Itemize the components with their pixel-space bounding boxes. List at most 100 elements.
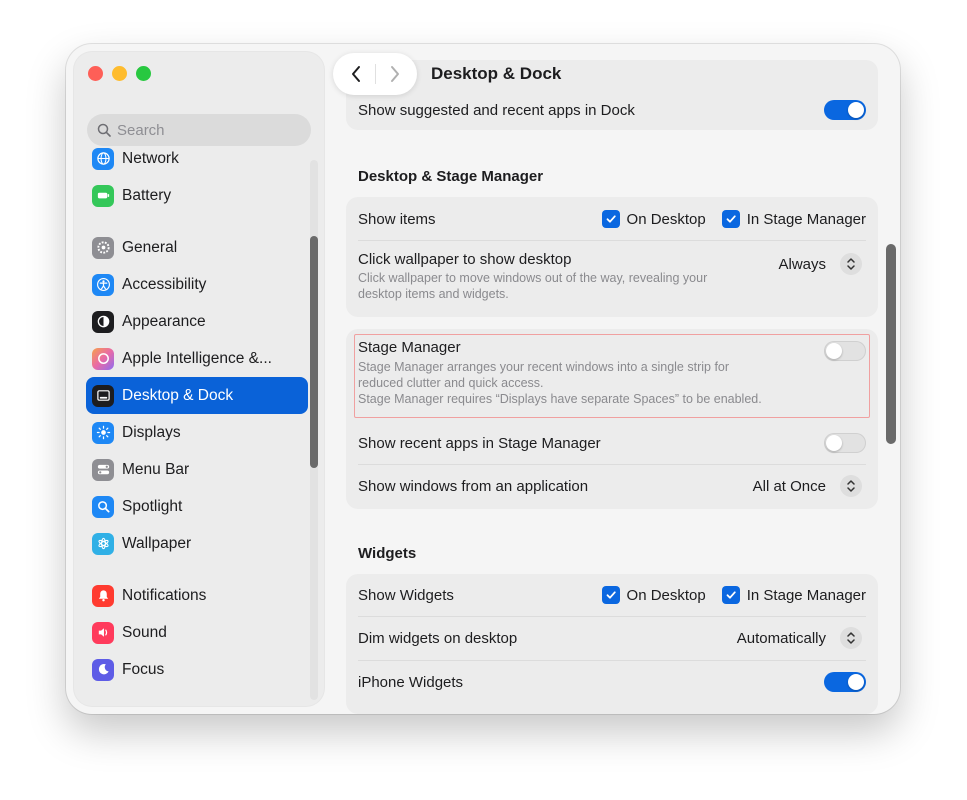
gear-icon — [92, 236, 114, 259]
sidebar-item-appearance[interactable]: Appearance — [86, 303, 308, 340]
dim-widgets-value: Automatically — [736, 629, 826, 647]
zoom-window-button[interactable] — [136, 66, 151, 81]
dock-group: Show suggested and recent apps in Dock — [346, 60, 878, 130]
checkmark-icon — [601, 586, 620, 604]
iphone-widgets-toggle[interactable] — [824, 672, 866, 692]
sidebar-item-label: Accessibility — [122, 275, 207, 293]
sidebar-item-label: Battery — [122, 186, 172, 204]
apple-intelligence-icon — [92, 347, 114, 370]
dim-widgets-label: Dim widgets on desktop — [358, 629, 518, 647]
sidebar-item-spotlight[interactable]: Spotlight — [86, 488, 308, 525]
recent-apps-stage-row: Show recent apps in Stage Manager — [358, 429, 866, 457]
stage-manager-desc-2: reduced clutter and quick access. — [358, 376, 544, 390]
sidebar-item-focus[interactable]: Focus — [86, 651, 308, 688]
spotlight-icon — [92, 495, 114, 518]
settings-window: Network Battery General Accessibility Ap… — [66, 44, 900, 714]
sidebar-item-label: Displays — [122, 423, 181, 441]
show-items-label: Show items — [358, 210, 436, 228]
show-windows-label: Show windows from an application — [358, 477, 589, 495]
updown-chevron-icon — [840, 627, 862, 649]
updown-chevron-icon — [840, 475, 862, 497]
on-desktop-label: On Desktop — [626, 210, 706, 228]
sidebar-item-label: Menu Bar — [122, 460, 190, 478]
notifications-icon — [92, 584, 114, 607]
show-windows-popup[interactable]: All at Once — [753, 475, 862, 497]
content-scrollbar[interactable] — [886, 244, 896, 444]
navigation-pill — [333, 53, 417, 95]
minimize-window-button[interactable] — [112, 66, 127, 81]
checkmark-icon — [601, 210, 620, 228]
sidebar-item-label: Sound — [122, 623, 167, 641]
appearance-icon — [92, 310, 114, 333]
iphone-widgets-label: iPhone Widgets — [358, 673, 464, 691]
row-divider — [358, 240, 866, 241]
menu-bar-icon — [92, 458, 114, 481]
show-items-on-desktop-checkbox[interactable]: On Desktop — [601, 210, 706, 228]
sidebar-item-label: Wallpaper — [122, 534, 192, 552]
sidebar-item-label: Spotlight — [122, 497, 183, 515]
window-controls — [88, 66, 151, 81]
close-window-button[interactable] — [88, 66, 103, 81]
sidebar-item-battery[interactable]: Battery — [86, 177, 308, 214]
click-wallpaper-popup[interactable]: Always — [778, 253, 862, 275]
click-wallpaper-value: Always — [778, 255, 826, 273]
nav-separator — [374, 64, 376, 84]
sidebar-item-displays[interactable]: Displays — [86, 414, 308, 451]
show-windows-value: All at Once — [752, 477, 826, 495]
row-divider — [358, 464, 866, 465]
show-items-in-stage-manager-checkbox[interactable]: In Stage Manager — [721, 210, 866, 228]
click-wallpaper-row: Click wallpaper to show desktop Click wa… — [358, 247, 866, 309]
sidebar-list: Network Battery General Accessibility Ap… — [86, 140, 308, 688]
show-items-row: Show items On Desktop In Stage Manager — [358, 205, 866, 233]
forward-button[interactable] — [381, 60, 409, 88]
iphone-widgets-row: iPhone Widgets — [358, 668, 866, 696]
row-divider — [358, 616, 866, 617]
sidebar-item-desktop-dock[interactable]: Desktop & Dock — [86, 377, 308, 414]
sidebar-item-label: Network — [122, 149, 179, 167]
battery-icon — [92, 184, 114, 207]
sidebar-separator — [86, 562, 308, 577]
sidebar-item-sound[interactable]: Sound — [86, 614, 308, 651]
show-widgets-row: Show Widgets On Desktop In Stage Manager — [358, 581, 866, 609]
checkmark-icon — [721, 210, 740, 228]
recent-apps-stage-label: Show recent apps in Stage Manager — [358, 434, 601, 452]
widgets-on-desktop-checkbox[interactable]: On Desktop — [601, 586, 706, 604]
sidebar-item-label: Focus — [122, 660, 165, 678]
sidebar-item-general[interactable]: General — [86, 229, 308, 266]
widgets-in-stage-manager-checkbox[interactable]: In Stage Manager — [721, 586, 866, 604]
sidebar-item-label: General — [122, 238, 178, 256]
suggested-apps-toggle[interactable] — [824, 100, 866, 120]
dim-widgets-popup[interactable]: Automatically — [737, 627, 862, 649]
chevron-right-icon — [390, 66, 399, 82]
search-input[interactable] — [117, 121, 297, 139]
stage-manager-toggle[interactable] — [824, 341, 866, 361]
sidebar-item-notifications[interactable]: Notifications — [86, 577, 308, 614]
click-wallpaper-desc-2: desktop items and widgets. — [358, 287, 509, 301]
recent-apps-stage-toggle[interactable] — [824, 433, 866, 453]
back-button[interactable] — [342, 60, 370, 88]
suggested-apps-label: Show suggested and recent apps in Dock — [358, 101, 635, 119]
stage-manager-desc-1: Stage Manager arranges your recent windo… — [358, 360, 730, 374]
sidebar-item-apple-intelligence[interactable]: Apple Intelligence &... — [86, 340, 308, 377]
chevron-left-icon — [351, 66, 360, 82]
stage-manager-desc-3: Stage Manager requires “Displays have se… — [358, 392, 762, 406]
content-pane: Show suggested and recent apps in Dock D… — [346, 44, 886, 714]
desktop-items-group: Show items On Desktop In Stage Manager C… — [346, 197, 878, 317]
sidebar-item-label: Appearance — [122, 312, 206, 330]
sidebar-item-network[interactable]: Network — [86, 140, 308, 177]
sidebar-item-accessibility[interactable]: Accessibility — [86, 266, 308, 303]
desktop-stage-section-title: Desktop & Stage Manager — [358, 168, 544, 185]
in-stage-manager-label: In Stage Manager — [746, 210, 866, 228]
suggested-apps-row: Show suggested and recent apps in Dock — [358, 97, 866, 123]
sidebar-scrollbar[interactable] — [310, 236, 318, 468]
checkmark-icon — [721, 586, 740, 604]
sidebar-separator — [86, 214, 308, 229]
network-icon — [92, 147, 114, 170]
sidebar-item-label: Desktop & Dock — [122, 386, 234, 404]
sidebar-item-label: Apple Intelligence &... — [122, 349, 272, 367]
sidebar-item-menu-bar[interactable]: Menu Bar — [86, 451, 308, 488]
on-desktop-label: On Desktop — [626, 586, 706, 604]
widgets-section-title: Widgets — [358, 545, 417, 562]
stage-manager-group: Stage Manager Stage Manager arranges you… — [346, 329, 878, 509]
sidebar-item-wallpaper[interactable]: Wallpaper — [86, 525, 308, 562]
